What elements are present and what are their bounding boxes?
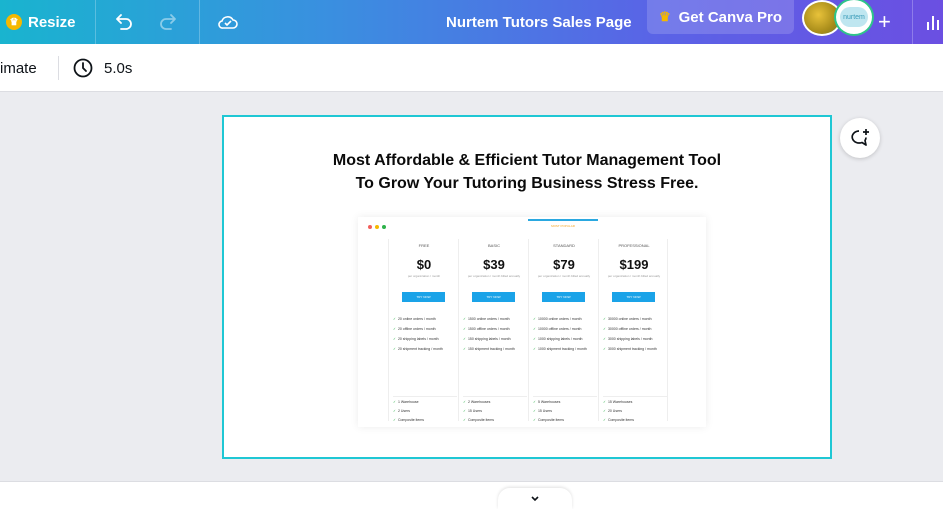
list-item: ✓ Composite items xyxy=(533,418,565,422)
context-toolbar: imate 5.0s xyxy=(0,44,943,92)
headline-line: To Grow Your Tutoring Business Stress Fr… xyxy=(355,175,699,192)
list-item: ✓ 20 offline orders / month xyxy=(393,327,436,331)
try-now-button: TRY NOW xyxy=(472,292,515,302)
add-comment-icon xyxy=(851,129,869,146)
most-popular-tag: MOST POPULAR xyxy=(528,219,598,234)
list-item: ✓ 150 shipment tracking / month xyxy=(463,347,515,351)
add-people-button[interactable]: + xyxy=(878,0,891,44)
try-now-button: TRY NOW xyxy=(402,292,445,302)
list-item: ✓ 2 Users xyxy=(393,409,410,413)
cloud-check-icon xyxy=(218,16,238,29)
plan-name: FREE xyxy=(418,243,430,248)
plan-note: per organization / month billed annually xyxy=(537,274,591,278)
list-item: ✓ 1 Warehouse xyxy=(393,400,419,404)
plan-price: $39 xyxy=(483,257,505,272)
list-item: ✓ 150 shipping labels / month xyxy=(463,337,511,341)
plan-price: $199 xyxy=(619,257,649,272)
toolbar-divider xyxy=(95,0,96,44)
headline-line: Most Affordable & Efficient Tutor Manage… xyxy=(332,152,722,169)
save-status-button[interactable] xyxy=(216,0,240,44)
list-item: ✓ 5 Warehouses xyxy=(533,400,561,404)
design-page[interactable]: Most Affordable & Efficient Tutor Manage… xyxy=(222,115,832,459)
redo-button[interactable] xyxy=(158,0,180,44)
list-item: ✓ 10000 online orders / month xyxy=(533,317,582,321)
list-item: ✓ 1500 online orders / month xyxy=(463,317,510,321)
list-item: ✓ 10000 offline orders / month xyxy=(533,327,582,331)
toolbar-divider xyxy=(58,56,59,80)
list-item: ✓ Composite items xyxy=(393,418,425,422)
bar-chart-icon xyxy=(927,16,939,30)
extras-list: ✓ 1 Warehouse ✓ 2 Users ✓ Composite items xyxy=(393,396,457,427)
nurtem-logo: nurtem xyxy=(840,7,868,27)
plan-name: PROFESSIONAL xyxy=(618,243,650,248)
crown-icon: ♛ xyxy=(658,9,671,24)
feature-list: ✓ 30000 online orders / month ✓ 30000 offl… xyxy=(603,317,667,357)
list-item: ✓ 15 Users xyxy=(463,409,482,413)
list-item: ✓ 30000 online orders / month xyxy=(603,317,652,321)
pricing-column: PROFESSIONAL $199 per organization / mon… xyxy=(598,239,668,422)
pricing-column: BASIC $39 per organization / month bille… xyxy=(458,239,528,422)
pro-button-label: Get Canva Pro xyxy=(678,8,783,26)
plan-note: per organization / month billed annually xyxy=(467,274,521,278)
get-canva-pro-button[interactable]: ♛ Get Canva Pro xyxy=(647,0,794,34)
list-item: ✓ 15 Users xyxy=(533,409,552,413)
feature-list: ✓ 20 online orders / month ✓ 20 offline or… xyxy=(393,317,457,357)
try-now-button: TRY NOW xyxy=(612,292,655,302)
try-now-button: TRY NOW xyxy=(542,292,585,302)
plan-price: $0 xyxy=(416,257,432,272)
pricing-table-image[interactable]: MOST POPULAR FREE $0 per organization / … xyxy=(358,217,706,427)
list-item: ✓ 20 online orders / month xyxy=(393,317,436,321)
duration-button[interactable]: 5.0s xyxy=(72,44,132,92)
undo-icon xyxy=(116,14,132,30)
chevron-down-icon xyxy=(531,495,539,501)
plan-price: $79 xyxy=(553,257,575,272)
duration-label: 5.0s xyxy=(104,59,133,77)
crown-icon: ♛ xyxy=(6,14,22,30)
resize-button[interactable]: ♛ Resize xyxy=(6,0,76,44)
plan-name: BASIC xyxy=(487,243,500,248)
list-item: ✓ Composite items xyxy=(463,418,495,422)
list-item: ✓ 3000 shipment tracking / month xyxy=(603,347,657,351)
headline-text[interactable]: Most Affordable & Efficient Tutor Manage… xyxy=(224,149,830,195)
undo-button[interactable] xyxy=(112,0,134,44)
insights-button[interactable] xyxy=(926,0,943,44)
document-title[interactable]: Nurtem Tutors Sales Page xyxy=(446,0,632,44)
list-item: ✓ 20 shipment tracking / month xyxy=(393,347,443,351)
plan-note: per organization / month billed annually xyxy=(607,274,661,278)
list-item: ✓ 1000 shipping labels / month xyxy=(533,337,583,341)
feature-list: ✓ 1500 online orders / month ✓ 1500 offlin… xyxy=(463,317,527,357)
extras-list: ✓ 5 Warehouses ✓ 15 Users ✓ Composite items xyxy=(533,396,597,427)
team-avatar[interactable]: nurtem xyxy=(834,0,874,36)
animate-button[interactable]: imate xyxy=(0,44,37,92)
list-item: ✓ 15 Warehouses xyxy=(603,400,633,404)
list-item: ✓ 3000 shipping labels / month xyxy=(603,337,653,341)
pricing-column: FREE $0 per organization / month TRY NOW… xyxy=(388,239,458,422)
plan-name: STANDARD xyxy=(553,243,575,248)
extras-list: ✓ 2 Warehouses ✓ 15 Users ✓ Composite items xyxy=(463,396,527,427)
list-item: ✓ 20 Users xyxy=(603,409,622,413)
list-item: ✓ 1500 offline orders / month xyxy=(463,327,510,331)
redo-icon xyxy=(160,14,176,30)
feature-list: ✓ 10000 online orders / month ✓ 10000 offl… xyxy=(533,317,597,357)
list-item: ✓ 2 Warehouses xyxy=(463,400,491,404)
pages-panel xyxy=(0,481,943,509)
resize-label: Resize xyxy=(28,13,76,31)
pricing-column: STANDARD $79 per organization / month bi… xyxy=(528,239,598,422)
list-item: ✓ Composite items xyxy=(603,418,635,422)
add-comment-button[interactable] xyxy=(840,118,880,158)
animate-label: imate xyxy=(0,59,37,77)
list-item: ✓ 30000 offline orders / month xyxy=(603,327,652,331)
window-dots xyxy=(368,225,386,229)
toolbar-divider xyxy=(912,0,913,44)
list-item: ✓ 20 shipping labels / month xyxy=(393,337,439,341)
expand-pages-button[interactable] xyxy=(498,488,572,509)
toolbar-divider xyxy=(199,0,200,44)
extras-list: ✓ 15 Warehouses ✓ 20 Users ✓ Composite item… xyxy=(603,396,667,427)
clock-icon xyxy=(73,58,93,78)
editor-top-bar: ♛ Resize Nurtem Tutors Sales Page ♛ Get … xyxy=(0,0,943,44)
plan-note: per organization / month xyxy=(407,274,441,278)
list-item: ✓ 1000 shipment tracking / month xyxy=(533,347,587,351)
plus-icon: + xyxy=(878,9,891,34)
